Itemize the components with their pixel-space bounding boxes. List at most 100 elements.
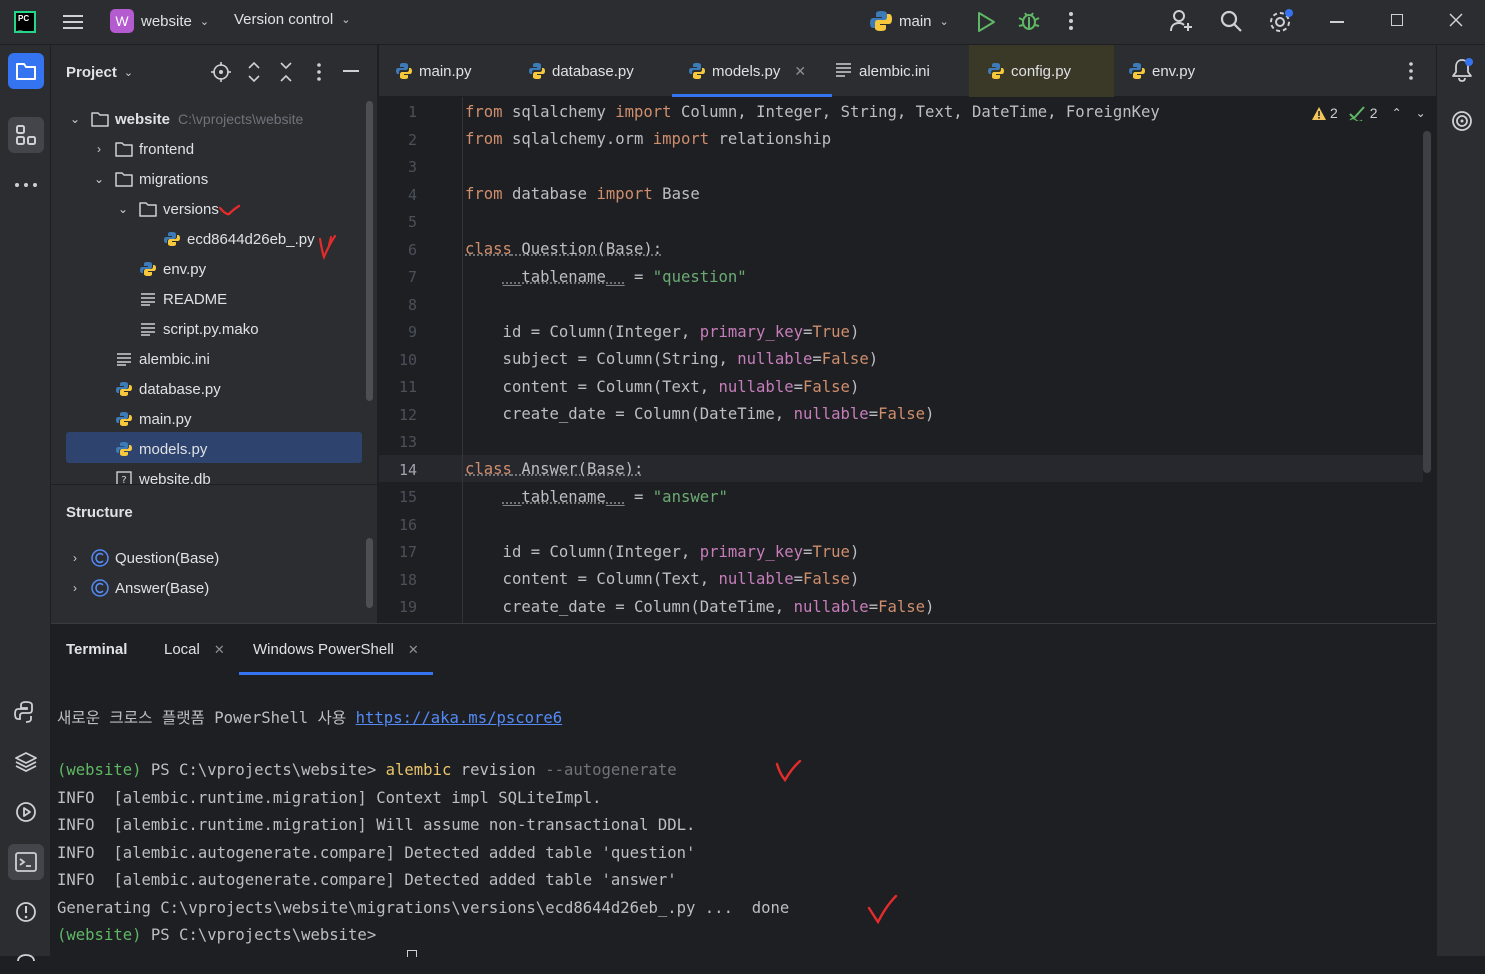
editor-scrollbar[interactable]: [1423, 131, 1431, 473]
more-tools-icon[interactable]: [8, 167, 44, 203]
tree-item-label: main.py: [139, 411, 192, 428]
prompt-env: (website): [57, 761, 142, 779]
debug-icon[interactable]: [1017, 10, 1041, 32]
structure-tool-icon[interactable]: [8, 117, 44, 153]
tree-item-env-py[interactable]: env.py: [139, 254, 206, 284]
chevron-right-icon[interactable]: ›: [67, 581, 83, 595]
tab-options-icon[interactable]: [1404, 61, 1418, 81]
structure-scrollbar[interactable]: [366, 538, 373, 608]
tree-item-website-root[interactable]: ⌄ website C:\vprojects\website: [67, 104, 303, 134]
ai-assistant-icon[interactable]: [1450, 109, 1474, 133]
tab-env-py[interactable]: env.py: [1112, 45, 1195, 97]
locate-file-icon[interactable]: [211, 62, 231, 82]
project-view-selector[interactable]: Project ⌄: [66, 64, 133, 81]
settings-gear-icon[interactable]: [1268, 8, 1294, 34]
structure-item-question[interactable]: › Question(Base): [67, 543, 219, 573]
tab-label: config.py: [1011, 63, 1071, 80]
tab-main-py[interactable]: main.py: [379, 45, 472, 97]
tree-item-frontend[interactable]: › frontend: [91, 134, 194, 164]
tree-item-website-db[interactable]: ? website.db: [115, 464, 211, 484]
terminal-tool-icon[interactable]: [8, 844, 44, 880]
command-flag: --autogenerate: [545, 761, 676, 779]
project-scrollbar[interactable]: [366, 101, 373, 401]
tree-item-main-py[interactable]: main.py: [115, 404, 192, 434]
close-tab-icon[interactable]: ✕: [214, 642, 225, 658]
python-packages-icon[interactable]: [8, 744, 44, 780]
chevron-down-icon[interactable]: ⌄: [91, 172, 107, 186]
chevron-down-icon[interactable]: ⌄: [67, 112, 83, 126]
version-control-icon[interactable]: [8, 938, 44, 974]
run-config-selector[interactable]: main ⌄: [870, 10, 949, 32]
close-tab-icon[interactable]: ✕: [794, 63, 806, 80]
tree-item-label: versions: [163, 201, 219, 218]
line-number: 6: [377, 241, 417, 259]
problems-icon[interactable]: [8, 894, 44, 930]
search-icon[interactable]: [1219, 9, 1243, 33]
more-actions-icon[interactable]: [1062, 10, 1080, 32]
tree-item-database-py[interactable]: database.py: [115, 374, 221, 404]
line-number: 7: [377, 268, 417, 286]
services-icon[interactable]: [8, 794, 44, 830]
terminal-tab-bar: Terminal Local ✕ Windows PowerShell ✕: [51, 624, 1436, 676]
terminal-link[interactable]: https://aka.ms/pscore6: [356, 709, 563, 727]
minimize-icon[interactable]: [1330, 21, 1344, 23]
python-console-icon[interactable]: [8, 694, 44, 730]
close-tab-icon[interactable]: ✕: [408, 642, 419, 658]
code-line: create_date = Column(DateTime, nullable=…: [465, 401, 934, 428]
expand-all-icon[interactable]: [247, 61, 261, 83]
notifications-bell-icon[interactable]: [1450, 57, 1474, 83]
project-selector[interactable]: W website ⌄: [110, 9, 209, 33]
tab-label: main.py: [419, 63, 472, 80]
next-highlight-icon[interactable]: ⌄: [1416, 106, 1426, 120]
tree-item-models-py[interactable]: models.py: [115, 434, 207, 464]
tab-config-py[interactable]: config.py: [971, 45, 1071, 97]
command-name: alembic: [386, 761, 452, 779]
tree-item-path: C:\vprojects\website: [178, 111, 303, 127]
line-number: 13: [377, 433, 417, 451]
tab-models-py[interactable]: models.py ✕: [672, 45, 806, 97]
folder-icon: [91, 110, 109, 128]
project-tool-icon[interactable]: [8, 53, 44, 89]
left-tool-strip: [0, 45, 51, 956]
ok-count: 2: [1370, 105, 1378, 121]
tree-item-versions[interactable]: ⌄ versions: [115, 194, 219, 224]
panel-options-icon[interactable]: [312, 62, 326, 82]
prompt-env: (website): [57, 926, 142, 944]
class-icon: [91, 549, 109, 567]
close-icon[interactable]: [1448, 12, 1464, 28]
editor-tab-bar: main.py database.py models.py ✕ alembic.…: [379, 45, 1436, 97]
collapse-all-icon[interactable]: [279, 61, 293, 83]
structure-item-answer[interactable]: › Answer(Base): [67, 573, 209, 603]
tree-item-migrations[interactable]: ⌄ migrations: [91, 164, 208, 194]
tab-database-py[interactable]: database.py: [512, 45, 634, 97]
python-file-icon: [115, 410, 133, 428]
tree-item-migration-file[interactable]: ecd8644d26eb_.py: [163, 224, 315, 254]
line-number: 11: [377, 378, 417, 396]
inspection-widget[interactable]: 2 2 ⌃ ⌄: [1311, 105, 1426, 121]
code-editor[interactable]: from sqlalchemy import Column, Integer, …: [463, 97, 1436, 623]
chevron-down-icon[interactable]: ⌄: [115, 202, 131, 216]
add-user-icon[interactable]: [1169, 9, 1193, 33]
terminal-line: (website) PS C:\vprojects\website>: [57, 926, 386, 944]
tree-item-readme[interactable]: README: [139, 284, 227, 314]
chevron-right-icon[interactable]: ›: [67, 551, 83, 565]
prev-highlight-icon[interactable]: ⌃: [1392, 106, 1402, 120]
run-icon[interactable]: [976, 11, 996, 33]
tree-item-alembic-ini[interactable]: alembic.ini: [115, 344, 210, 374]
svg-text:?: ?: [121, 475, 126, 484]
pycharm-logo-icon[interactable]: PC _: [14, 11, 36, 33]
chevron-right-icon[interactable]: ›: [91, 142, 107, 156]
maximize-icon[interactable]: [1391, 14, 1403, 26]
terminal-output[interactable]: 새로운 크로스 플랫폼 PowerShell 사용 https://aka.ms…: [51, 676, 1436, 957]
warning-count: 2: [1330, 105, 1338, 121]
main-menu-icon[interactable]: [62, 12, 84, 32]
terminal-tab-local[interactable]: Local ✕: [164, 641, 225, 658]
vcs-selector[interactable]: Version control ⌄: [234, 11, 350, 28]
terminal-tab-powershell[interactable]: Windows PowerShell ✕: [253, 641, 419, 658]
tab-alembic-ini[interactable]: alembic.ini: [819, 45, 930, 97]
folder-icon: [115, 170, 133, 188]
hide-panel-icon[interactable]: [343, 70, 359, 72]
text-file-icon: [139, 290, 157, 308]
python-file-icon: [395, 62, 413, 80]
tree-item-script-mako[interactable]: script.py.mako: [139, 314, 259, 344]
